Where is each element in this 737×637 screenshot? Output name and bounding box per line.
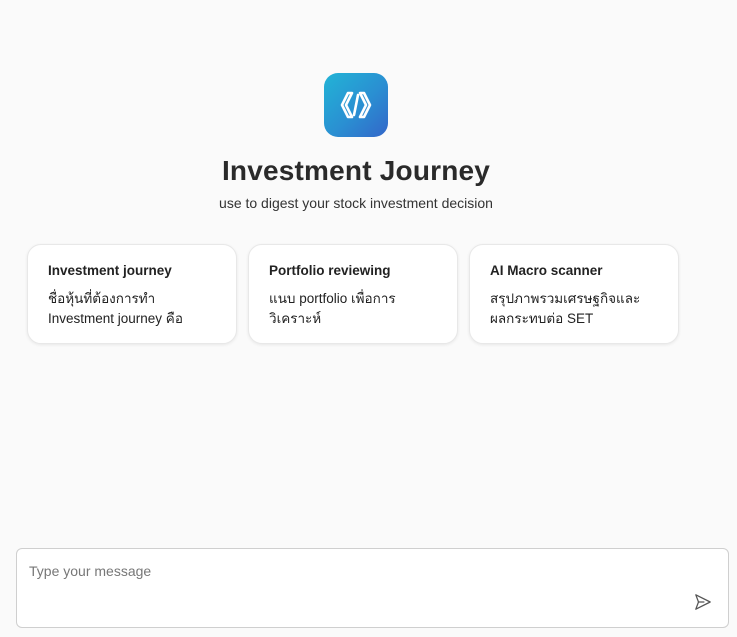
card-body: สรุปภาพรวมเศรษฐกิจและ ผลกระทบต่อ SET bbox=[490, 289, 658, 329]
send-button[interactable] bbox=[692, 591, 714, 613]
message-input[interactable] bbox=[29, 563, 669, 613]
card-line: วิเคราะห์ bbox=[269, 311, 322, 326]
card-title: AI Macro scanner bbox=[490, 263, 603, 278]
suggestion-card-ai-macro-scanner[interactable]: AI Macro scanner สรุปภาพรวมเศรษฐกิจและ ผ… bbox=[469, 244, 679, 344]
page-subtitle: use to digest your stock investment deci… bbox=[219, 195, 493, 211]
card-line: Investment journey คือ bbox=[48, 311, 183, 326]
card-line: สรุปภาพรวมเศรษฐกิจและ bbox=[490, 291, 641, 306]
card-title: Investment journey bbox=[48, 263, 172, 278]
card-line: ชื่อหุ้นที่ต้องการทำ bbox=[48, 291, 156, 306]
message-composer bbox=[16, 548, 729, 628]
card-body: ชื่อหุ้นที่ต้องการทำ Investment journey … bbox=[48, 289, 216, 329]
app-logo bbox=[324, 73, 388, 137]
code-brackets-icon bbox=[340, 91, 372, 119]
suggestion-cards: Investment journey ชื่อหุ้นที่ต้องการทำ … bbox=[27, 244, 679, 344]
card-body: แนบ portfolio เพื่อการ วิเคราะห์ bbox=[269, 289, 437, 329]
page-title: Investment Journey bbox=[221, 155, 491, 186]
card-line: ผลกระทบต่อ SET bbox=[490, 311, 594, 326]
send-icon bbox=[695, 594, 711, 610]
card-title: Portfolio reviewing bbox=[269, 263, 391, 278]
suggestion-card-portfolio-reviewing[interactable]: Portfolio reviewing แนบ portfolio เพื่อก… bbox=[248, 244, 458, 344]
card-line: แนบ portfolio เพื่อการ bbox=[269, 291, 396, 306]
suggestion-card-investment-journey[interactable]: Investment journey ชื่อหุ้นที่ต้องการทำ … bbox=[27, 244, 237, 344]
